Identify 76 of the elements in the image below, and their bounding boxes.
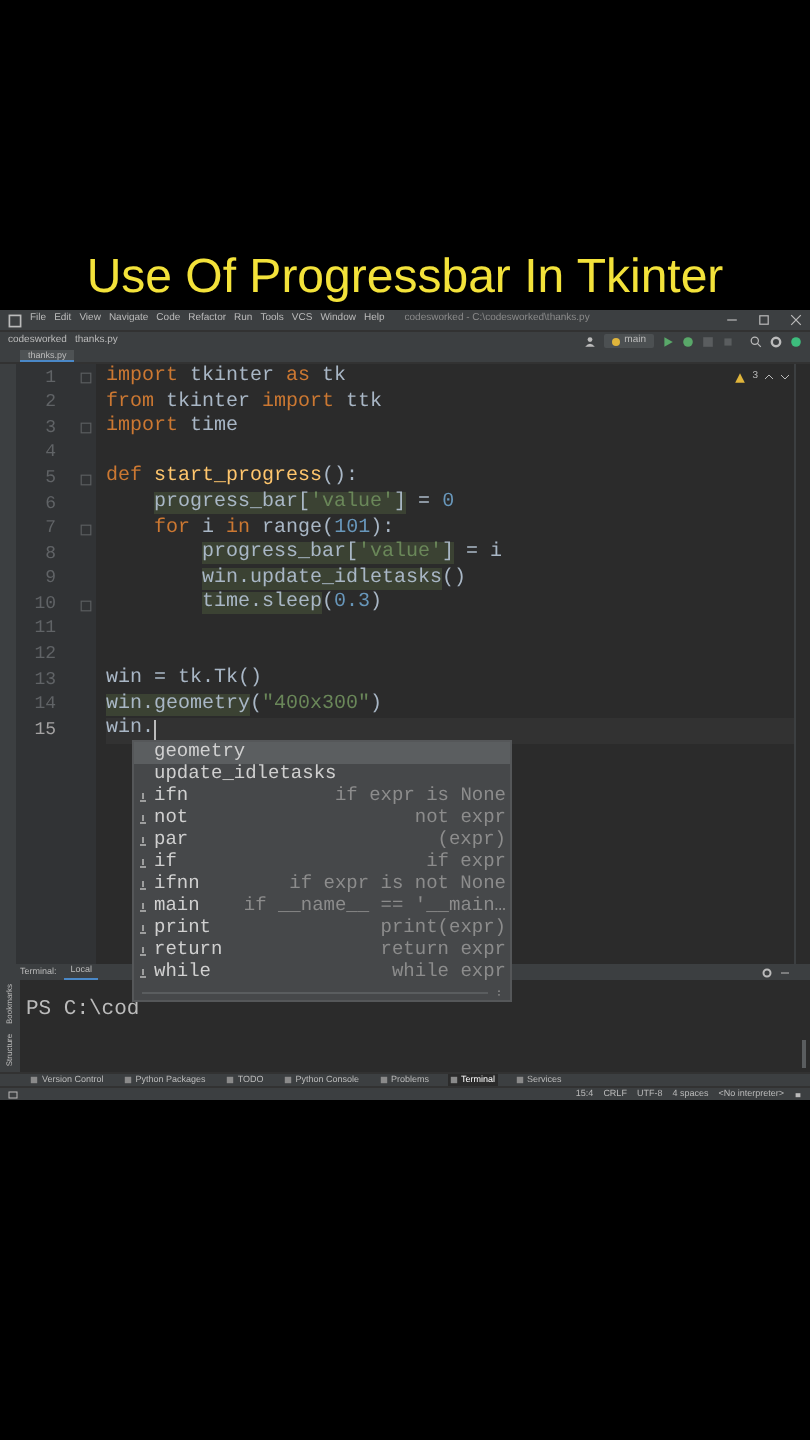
text-cursor: [154, 720, 157, 743]
template-icon: [138, 836, 148, 846]
completion-hint: (expr): [437, 826, 506, 852]
code-line: progress_bar['value'] = 0: [154, 491, 455, 517]
chevron-down-icon: [780, 372, 790, 383]
completion-item[interactable]: if if expr: [134, 852, 510, 874]
completion-item[interactable]: return return expr: [134, 940, 510, 962]
completion-hint: if __name__ == '__main…: [243, 892, 506, 918]
stop-icon: [722, 335, 734, 347]
user-icon: [584, 335, 597, 347]
tool-window-icon: [30, 1076, 38, 1084]
code-line: win.: [106, 718, 155, 744]
code-line: for i in range(101):: [154, 517, 395, 541]
completion-hint: return expr: [380, 936, 506, 962]
template-icon: [138, 792, 148, 802]
completion-hint: if expr is not None: [289, 870, 506, 896]
tool-window-icon: [123, 1076, 132, 1084]
code-line: win.geometry("400x300"): [106, 693, 383, 717]
fold-marker-icon: [80, 599, 92, 612]
warning-icon: [734, 371, 747, 384]
code-line: from tkinter import ttk: [106, 391, 383, 415]
debug-icon: [682, 335, 694, 347]
completion-item[interactable]: not not expr: [134, 808, 510, 830]
completion-hint: while expr: [391, 958, 506, 987]
code-line: win.update_idletasks(): [202, 567, 467, 591]
completion-item[interactable]: ifn if expr is None: [134, 786, 510, 808]
app-icon: [8, 313, 22, 327]
fold-marker-icon: [80, 473, 92, 486]
terminal-output: PS C:\cod: [26, 998, 140, 1022]
chevron-up-icon: [764, 372, 774, 383]
fold-marker-icon: [80, 422, 92, 435]
minimize-icon: [780, 967, 790, 977]
completion-hint: not expr: [414, 804, 506, 830]
maximize-icon: [758, 314, 770, 326]
lock-icon: [794, 1090, 802, 1098]
minimize-icon: [726, 314, 738, 326]
tool-window-icon: [379, 1076, 388, 1084]
completion-item[interactable]: update_idletasks: [134, 764, 510, 786]
video-heading: Use Of Progressbar In Tkinter: [86, 250, 724, 306]
code-line: def start_progress():: [106, 466, 359, 491]
layout-icon: [8, 1089, 18, 1099]
tool-window-icon: [515, 1076, 524, 1084]
close-icon: [790, 314, 802, 326]
completion-hint: if expr: [426, 848, 506, 875]
code-line: progress_bar['value'] = i: [202, 542, 503, 567]
plugin-icon: [790, 335, 802, 347]
fold-marker-icon: [80, 372, 92, 385]
tool-window-icon: [283, 1076, 292, 1084]
code-line: import time: [106, 416, 239, 442]
fold-marker-icon: [80, 523, 92, 536]
scrollbar[interactable]: [802, 1040, 806, 1068]
completion-item[interactable]: par (expr): [134, 830, 510, 852]
completion-hint: print(expr): [380, 914, 506, 941]
template-icon: [138, 880, 148, 890]
completion-item[interactable]: geometry: [134, 742, 510, 764]
completion-item[interactable]: main if __name__ == '__main…: [134, 896, 510, 918]
settings-icon: [770, 335, 782, 347]
template-icon: [138, 814, 148, 824]
template-icon: [138, 946, 148, 956]
template-icon: [138, 902, 148, 912]
code-line: time.sleep(0.3): [202, 592, 383, 618]
template-icon: [138, 924, 148, 934]
coverage-icon: [702, 335, 714, 347]
search-icon: [750, 335, 762, 347]
settings-icon: [762, 967, 772, 977]
template-icon: [138, 858, 148, 868]
completion-item[interactable]: ifnn if expr is not None: [134, 874, 510, 896]
code-line: win = tk.Tk(): [106, 668, 263, 693]
template-icon: [138, 968, 148, 978]
code-line: import tkinter as tk: [106, 366, 347, 391]
line-number: 15: [32, 717, 56, 744]
completion-item[interactable]: print print(expr): [134, 918, 510, 940]
tool-window-icon: [225, 1076, 234, 1084]
completion-item[interactable]: while while expr: [134, 962, 510, 984]
tool-window-icon: [449, 1076, 458, 1084]
completion-hint: if expr is None: [334, 782, 506, 809]
